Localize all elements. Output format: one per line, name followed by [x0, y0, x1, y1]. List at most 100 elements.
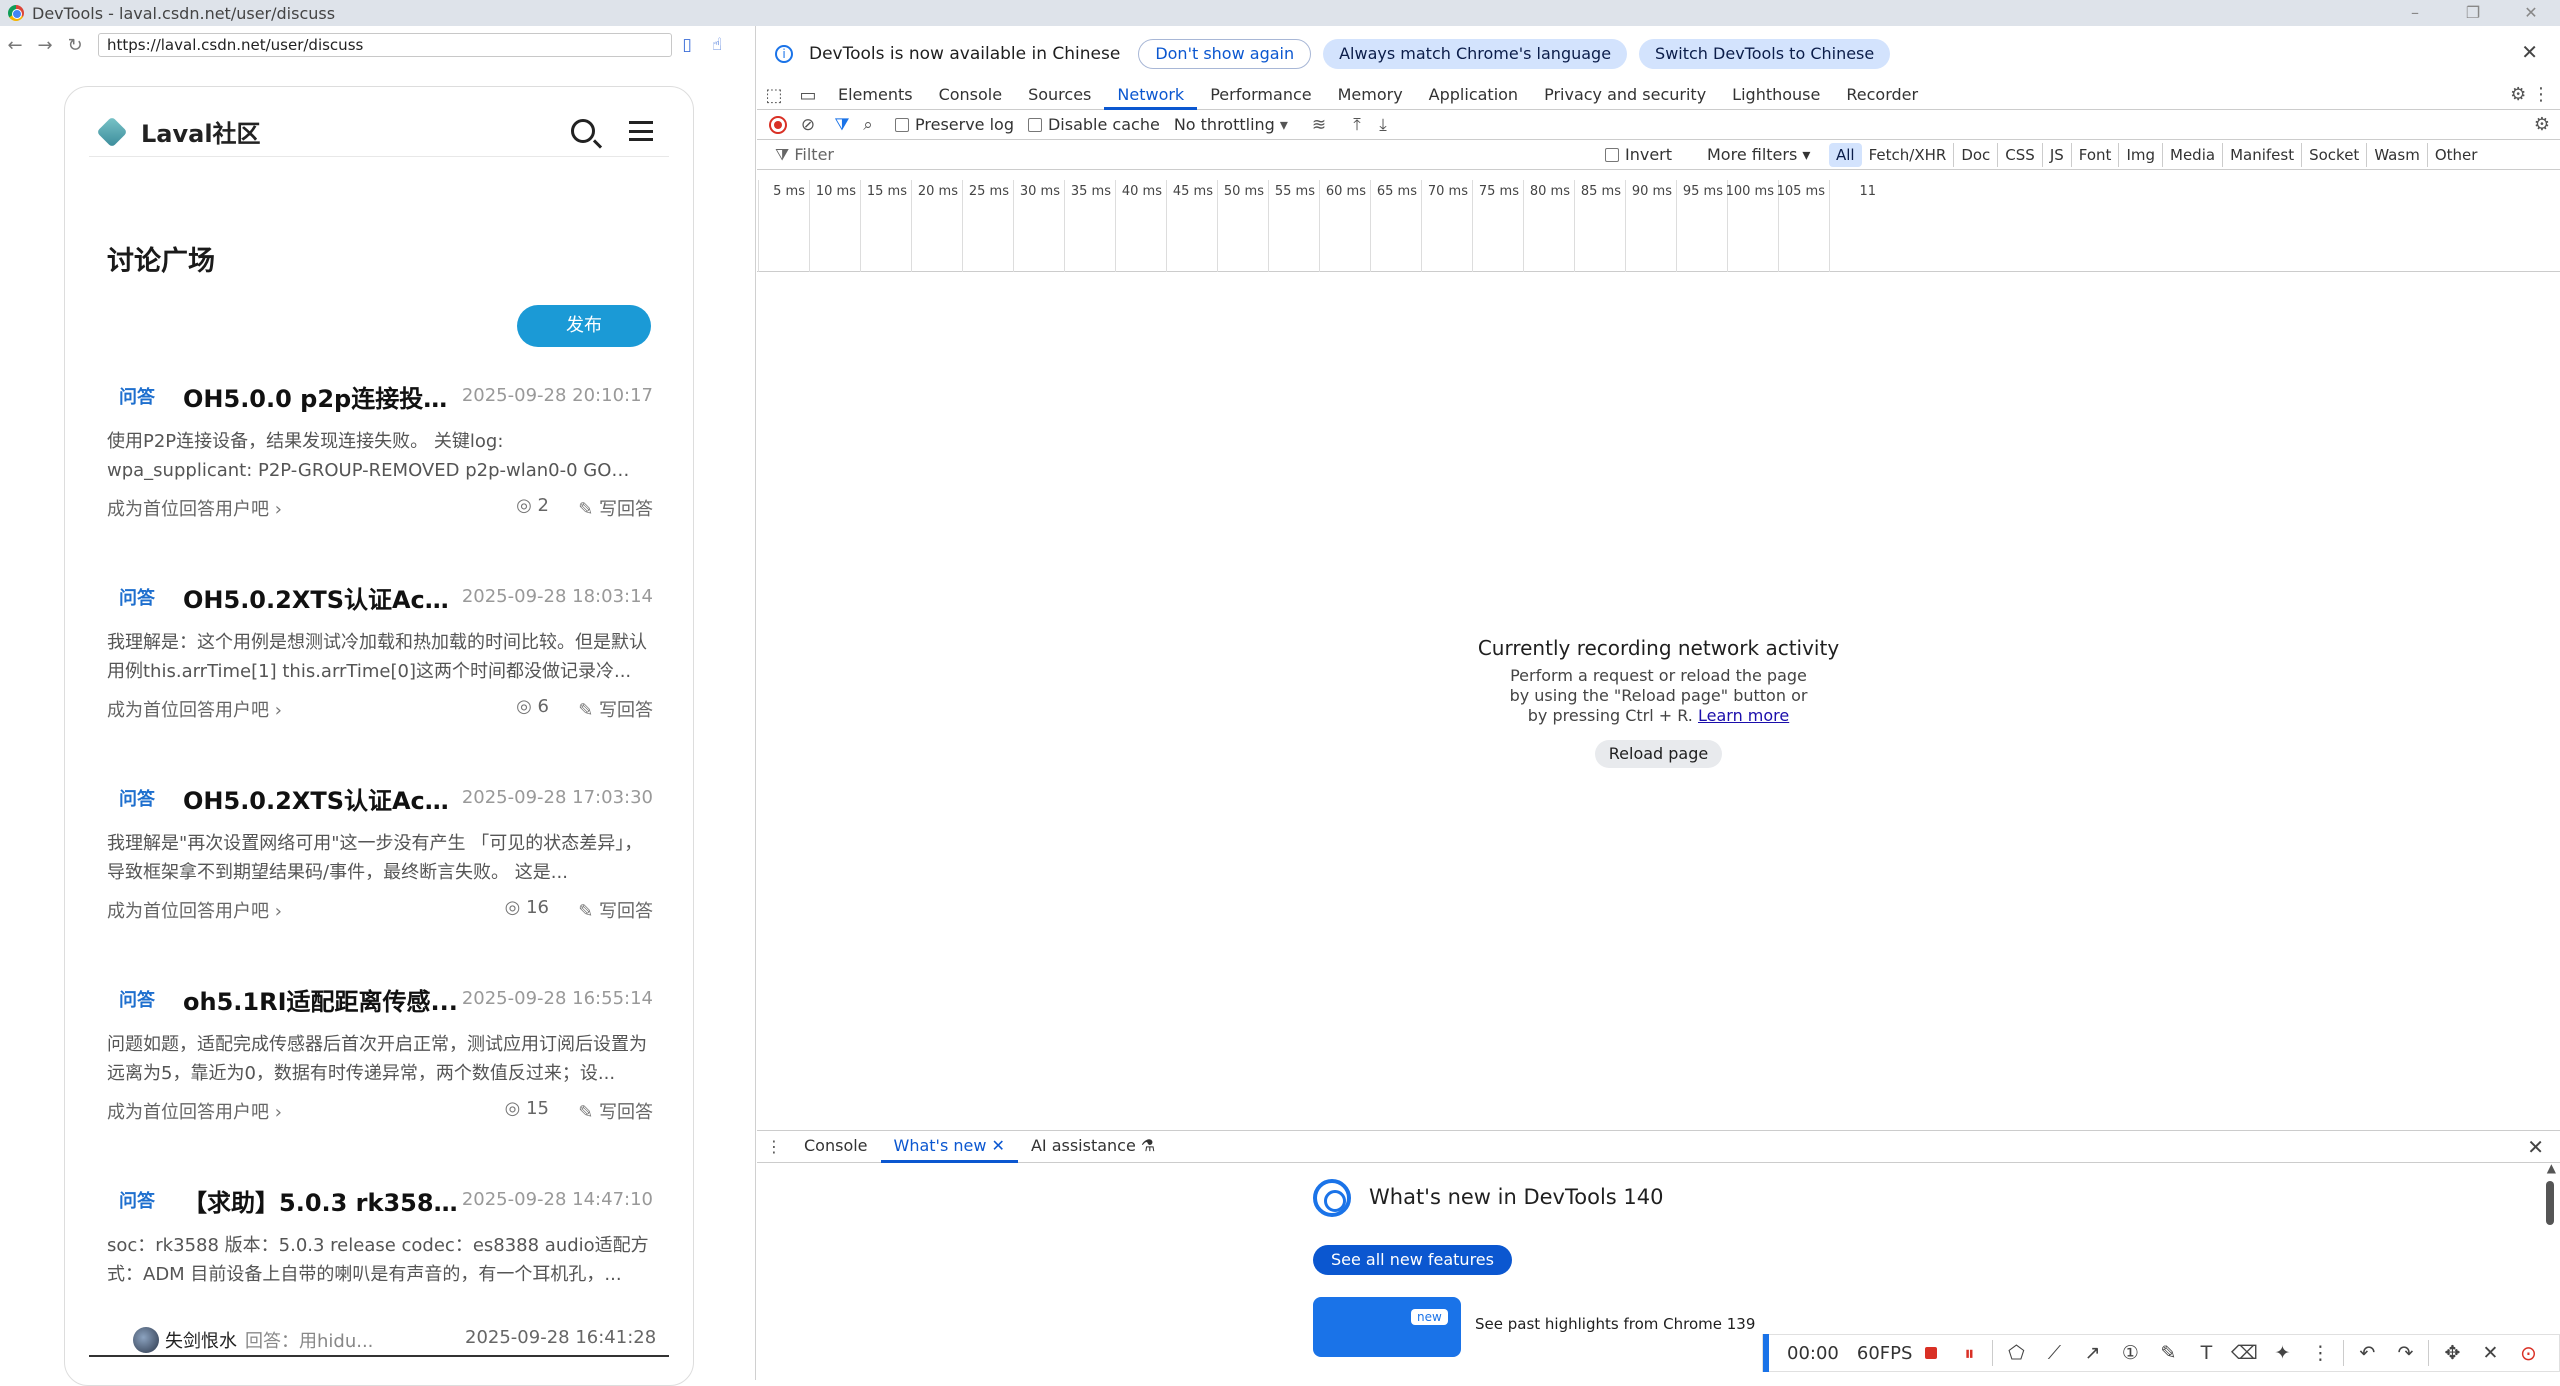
- type-socket[interactable]: Socket: [2302, 143, 2368, 167]
- more-icon[interactable]: ⋮: [2301, 1342, 2339, 1364]
- device-toolbar-icon[interactable]: ▭: [791, 85, 825, 106]
- move-icon[interactable]: ✥: [2433, 1342, 2471, 1364]
- close-tab-icon[interactable]: ✕: [992, 1136, 1005, 1155]
- pen-icon[interactable]: ✎: [2149, 1342, 2187, 1364]
- restore-button[interactable]: ❐: [2444, 0, 2502, 26]
- type-img[interactable]: Img: [2119, 143, 2164, 167]
- clear-icon[interactable]: ⊘: [795, 115, 821, 135]
- close-infobar-icon[interactable]: ✕: [2521, 40, 2538, 64]
- close-recorder-icon[interactable]: ✕: [2471, 1342, 2509, 1364]
- number-icon[interactable]: ①: [2111, 1342, 2149, 1364]
- filter-icon[interactable]: ⧩: [829, 115, 855, 135]
- tab-network[interactable]: Network: [1104, 82, 1198, 110]
- type-js[interactable]: JS: [2043, 143, 2072, 167]
- eraser-icon[interactable]: ⌫: [2225, 1342, 2263, 1364]
- write-answer-button[interactable]: 写回答: [578, 897, 653, 923]
- type-all[interactable]: All: [1829, 143, 1862, 167]
- tab-lighthouse[interactable]: Lighthouse: [1719, 82, 1833, 110]
- pause-icon[interactable]: ⏸: [1950, 1341, 1988, 1365]
- write-answer-button[interactable]: 写回答: [578, 696, 653, 722]
- post-title[interactable]: OH5.0.0 p2p连接投屏...: [183, 379, 458, 414]
- minimize-button[interactable]: –: [2386, 0, 2444, 26]
- menu-icon[interactable]: [629, 121, 653, 141]
- see-all-features-button[interactable]: See all new features: [1313, 1245, 1512, 1275]
- post-excerpt[interactable]: 我理解是"再次设置网络可用"这一步没有产生 「可见的状态差异」，导致框架拿不到期…: [107, 829, 653, 887]
- tab-performance[interactable]: Performance: [1197, 82, 1324, 110]
- post-title[interactable]: OH5.0.2XTS认证ActsA...: [183, 580, 458, 615]
- tab-privacy-security[interactable]: Privacy and security: [1531, 82, 1719, 110]
- shape-icon[interactable]: ⬠: [1997, 1342, 2035, 1364]
- type-css[interactable]: CSS: [1998, 143, 2043, 167]
- tab-sources[interactable]: Sources: [1015, 82, 1104, 110]
- post-excerpt[interactable]: soc：rk3588 版本：5.0.3 release codec：es8388…: [107, 1231, 653, 1289]
- reload-page-button[interactable]: Reload page: [1594, 740, 1723, 768]
- import-har-icon[interactable]: ⤒: [1344, 115, 1370, 135]
- filter-input[interactable]: Filter: [775, 145, 1025, 165]
- latest-answer-row[interactable]: 失剑恨水 回答：用hidu... 2025-09-28 16:41:28: [89, 1325, 669, 1357]
- network-settings-icon[interactable]: ⚙: [2534, 114, 2550, 135]
- tab-recorder[interactable]: Recorder: [1833, 82, 1931, 110]
- type-manifest[interactable]: Manifest: [2223, 143, 2303, 167]
- tab-application[interactable]: Application: [1416, 82, 1531, 110]
- spotlight-icon[interactable]: ✦: [2263, 1342, 2301, 1364]
- tab-memory[interactable]: Memory: [1325, 82, 1416, 110]
- text-icon[interactable]: T: [2187, 1342, 2225, 1364]
- undo-icon[interactable]: ↶: [2348, 1342, 2386, 1364]
- tab-console[interactable]: Console: [926, 82, 1016, 110]
- type-doc[interactable]: Doc: [1954, 143, 1999, 167]
- first-answer-link[interactable]: 成为首位回答用户吧: [107, 1098, 282, 1124]
- recording-fps[interactable]: 60FPS: [1857, 1343, 1913, 1364]
- forward-button[interactable]: →: [30, 35, 60, 56]
- site-brand[interactable]: Laval社区: [141, 114, 261, 149]
- settings-and-more-icons[interactable]: ⚙ ⋮: [2510, 84, 2550, 105]
- network-overview-timeline[interactable]: 5 ms 10 ms 15 ms 20 ms 25 ms 30 ms 35 ms 40 ms 4…: [757, 180, 2560, 272]
- close-window-button[interactable]: ✕: [2502, 0, 2560, 26]
- disable-cache-checkbox[interactable]: Disable cache: [1027, 115, 1160, 134]
- write-answer-button[interactable]: 写回答: [578, 495, 653, 521]
- first-answer-link[interactable]: 成为首位回答用户吧: [107, 495, 282, 521]
- throttling-select[interactable]: No throttling: [1174, 115, 1288, 134]
- scroll-up-icon[interactable]: ▲: [2547, 1161, 2556, 1175]
- match-language-button[interactable]: Always match Chrome's language: [1323, 39, 1628, 69]
- inspect-element-icon[interactable]: ⬚: [757, 85, 791, 106]
- url-field[interactable]: https://laval.csdn.net/user/discuss: [98, 33, 672, 57]
- type-wasm[interactable]: Wasm: [2367, 143, 2428, 167]
- reload-button[interactable]: ↻: [60, 35, 90, 56]
- more-filters-dropdown[interactable]: More filters: [1707, 145, 1810, 164]
- preserve-log-checkbox[interactable]: Preserve log: [895, 115, 1014, 134]
- post-title[interactable]: oh5.1RI适配距离传感...: [183, 982, 458, 1017]
- mouse-icon[interactable]: ▯: [672, 35, 702, 55]
- drawer-tab-console[interactable]: Console: [791, 1131, 881, 1163]
- post-title[interactable]: 【求助】5.0.3 rk3588 ...: [183, 1183, 458, 1218]
- learn-more-link[interactable]: Learn more: [1698, 706, 1789, 725]
- drawer-tab-ai-assistance[interactable]: AI assistance ⚗: [1018, 1131, 1168, 1163]
- switch-language-button[interactable]: Switch DevTools to Chinese: [1639, 39, 1891, 69]
- close-drawer-icon[interactable]: ✕: [2527, 1135, 2544, 1159]
- post-title[interactable]: OH5.0.2XTS认证ActsA...: [183, 781, 458, 816]
- post-excerpt[interactable]: 我理解是：这个用例是想测试冷加载和热加载的时间比较。但是默认用例this.arr…: [107, 628, 653, 686]
- type-font[interactable]: Font: [2072, 143, 2120, 167]
- first-answer-link[interactable]: 成为首位回答用户吧: [107, 696, 282, 722]
- stop-icon[interactable]: [1912, 1343, 1950, 1364]
- post-item[interactable]: 问答 OH5.0.2XTS认证ActsA... 2025-09-28 17:03…: [107, 785, 653, 985]
- post-item[interactable]: 问答 OH5.0.0 p2p连接投屏... 2025-09-28 20:10:1…: [107, 383, 653, 583]
- post-item[interactable]: 问答 OH5.0.2XTS认证ActsA... 2025-09-28 18:03…: [107, 584, 653, 784]
- touch-icon[interactable]: ☝: [702, 35, 732, 55]
- answer-username[interactable]: 失剑恨水: [165, 1327, 237, 1353]
- first-answer-link[interactable]: 成为首位回答用户吧: [107, 897, 282, 923]
- search-icon[interactable]: [571, 119, 595, 143]
- avatar[interactable]: [133, 1327, 159, 1353]
- type-fetch-xhr[interactable]: Fetch/XHR: [1862, 143, 1955, 167]
- record-icon[interactable]: [769, 115, 787, 134]
- past-highlights-link[interactable]: See past highlights from Chrome 139: [1475, 1315, 1755, 1333]
- network-conditions-icon[interactable]: ≋: [1306, 115, 1332, 135]
- invert-checkbox[interactable]: Invert: [1605, 145, 1672, 164]
- arrow-icon[interactable]: ↗: [2073, 1342, 2111, 1364]
- recorder-handle[interactable]: [1763, 1334, 1769, 1372]
- back-button[interactable]: ←: [0, 35, 30, 56]
- site-logo[interactable]: [96, 115, 128, 148]
- post-item[interactable]: 问答 【求助】5.0.3 rk3588 ... 2025-09-28 14:47…: [107, 1187, 653, 1297]
- export-har-icon[interactable]: ⤓: [1370, 115, 1396, 135]
- post-excerpt[interactable]: 使用P2P连接设备，结果发现连接失败。 关键log: wpa_supplican…: [107, 427, 653, 485]
- write-answer-button[interactable]: 写回答: [578, 1098, 653, 1124]
